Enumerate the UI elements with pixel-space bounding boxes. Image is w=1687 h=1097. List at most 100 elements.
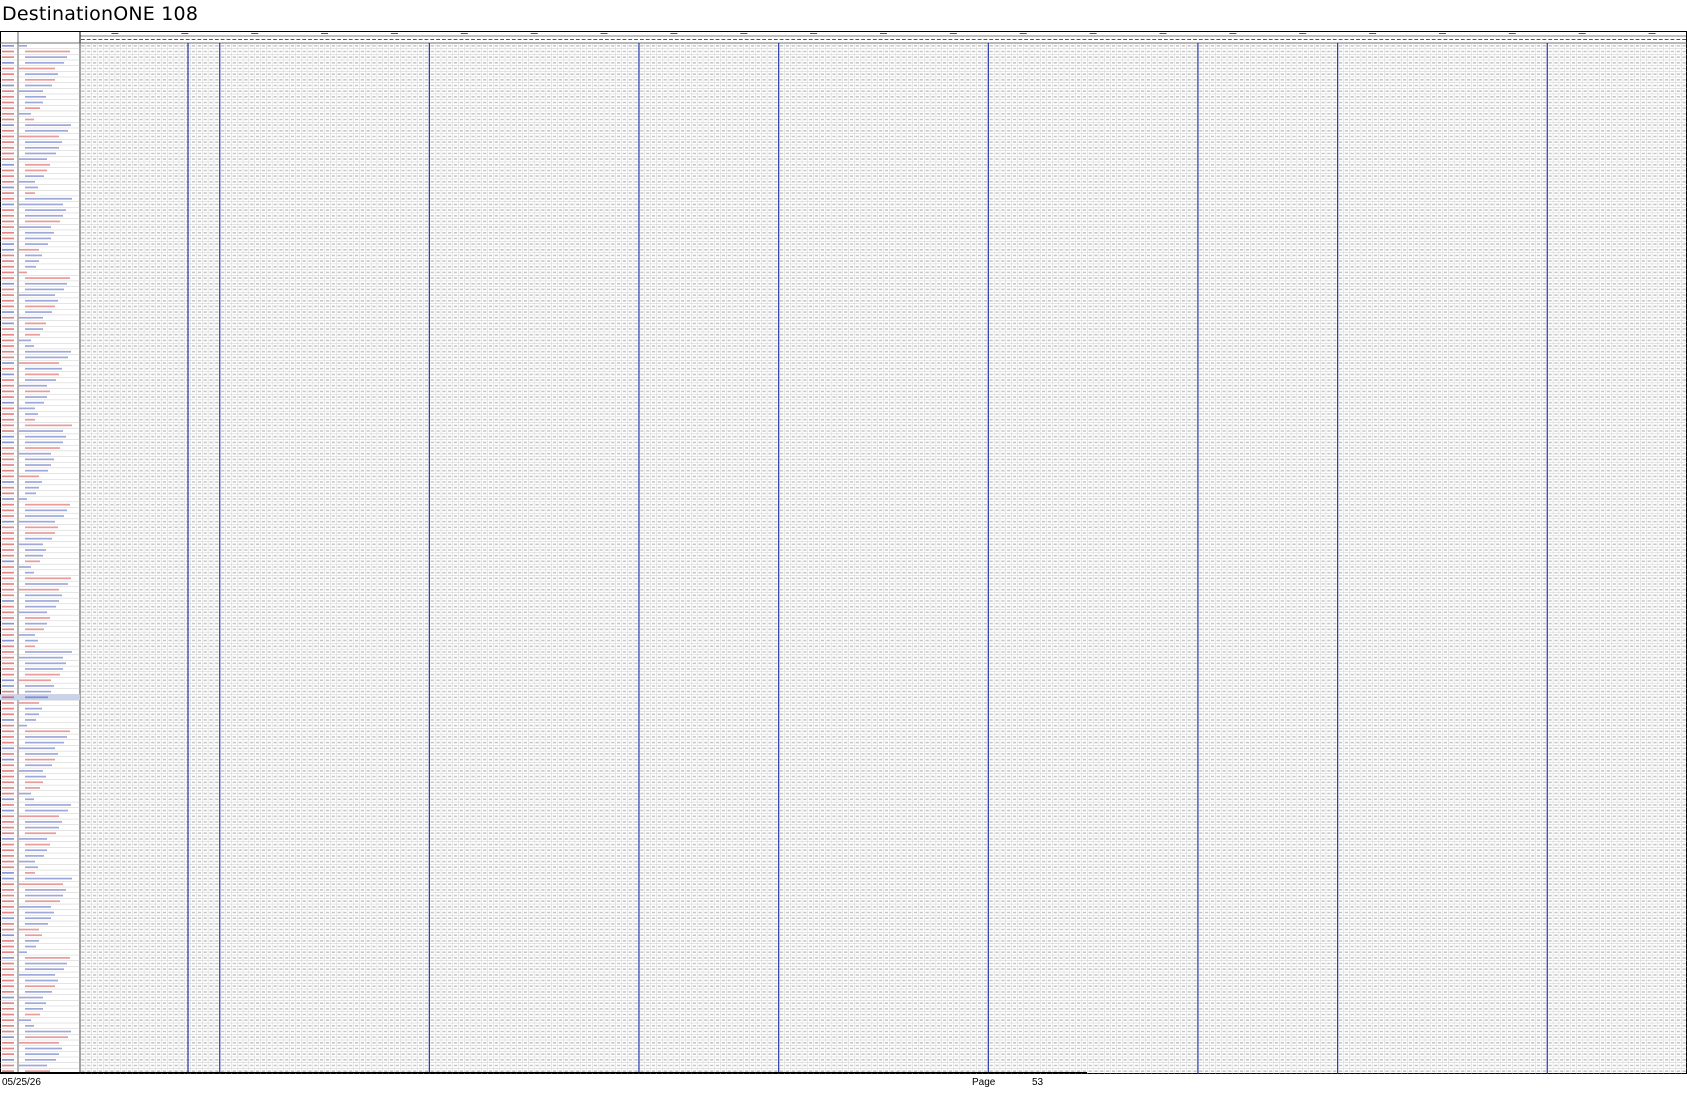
row-code-stub xyxy=(2,724,14,727)
row-name-stub xyxy=(25,730,70,733)
row-code-stub xyxy=(2,197,14,200)
row-name-stub xyxy=(19,1064,47,1067)
row-name-stub xyxy=(25,600,59,602)
row-name-stub xyxy=(25,231,54,234)
row-code-stub xyxy=(2,435,14,438)
row-code-stub xyxy=(2,872,14,874)
row-name-stub xyxy=(19,384,47,387)
row-name-stub xyxy=(25,696,48,699)
row-name-stub xyxy=(19,316,43,319)
row-name-stub xyxy=(25,605,56,608)
row-code-stub xyxy=(2,719,14,721)
row-code-stub xyxy=(2,469,14,472)
row-name-stub xyxy=(19,951,27,954)
row-name-stub xyxy=(25,345,34,347)
row-name-stub xyxy=(25,889,66,891)
row-code-stub xyxy=(2,311,14,313)
row-code-stub xyxy=(2,350,14,353)
row-name-stub xyxy=(19,1041,59,1044)
row-code-stub xyxy=(2,1058,14,1061)
row-name-stub xyxy=(25,56,67,59)
row-name-stub xyxy=(25,1024,34,1027)
row-name-stub xyxy=(25,934,42,937)
row-name-stub xyxy=(25,78,55,81)
row-code-stub xyxy=(2,815,14,818)
row-name-stub xyxy=(25,509,67,512)
row-code-stub xyxy=(2,424,14,427)
row-name-stub xyxy=(25,537,52,540)
row-code-stub xyxy=(2,192,14,194)
row-code-stub xyxy=(2,294,14,296)
row-name-stub xyxy=(25,622,47,625)
row-code-stub xyxy=(2,152,14,155)
row-name-stub xyxy=(25,560,40,563)
row-code-stub xyxy=(2,169,14,172)
row-name-stub xyxy=(19,475,39,478)
row-code-stub xyxy=(2,617,14,619)
row-name-stub xyxy=(25,707,42,710)
row-code-stub xyxy=(2,962,14,965)
row-code-stub xyxy=(2,860,14,863)
row-name-stub xyxy=(25,758,55,761)
row-code-stub xyxy=(2,1047,14,1050)
row-code-stub xyxy=(2,1019,14,1022)
row-code-stub xyxy=(2,855,14,857)
row-name-stub xyxy=(19,543,43,546)
row-name-stub xyxy=(19,747,55,750)
row-code-stub xyxy=(2,1041,14,1044)
row-name-stub xyxy=(25,945,36,948)
row-code-stub xyxy=(2,288,14,291)
row-name-stub xyxy=(25,1053,59,1056)
row-code-stub xyxy=(2,634,14,636)
row-code-stub xyxy=(2,991,14,993)
row-code-stub xyxy=(2,662,14,665)
row-name-stub xyxy=(25,350,71,353)
row-code-stub xyxy=(2,146,14,149)
row-code-stub xyxy=(2,90,14,93)
row-name-stub xyxy=(19,815,59,818)
row-code-stub xyxy=(2,866,14,869)
row-code-stub xyxy=(2,418,14,421)
row-code-stub xyxy=(2,214,14,217)
page-number: 53 xyxy=(1032,1077,1044,1088)
row-code-stub xyxy=(2,277,14,279)
row-code-stub xyxy=(2,770,14,772)
row-code-stub xyxy=(2,112,14,115)
row-code-stub xyxy=(2,220,14,223)
row-name-stub xyxy=(19,679,51,682)
row-code-stub xyxy=(2,957,14,959)
row-code-stub xyxy=(2,838,14,840)
row-code-stub xyxy=(2,464,14,466)
row-name-stub xyxy=(25,968,64,971)
row-code-stub xyxy=(2,968,14,971)
row-name-stub xyxy=(19,407,35,410)
row-name-stub xyxy=(25,322,46,325)
row-name-stub xyxy=(19,67,55,70)
row-code-stub xyxy=(2,333,14,336)
row-code-stub xyxy=(2,923,14,925)
row-name-stub xyxy=(19,883,63,886)
schedule-sheet xyxy=(0,31,1687,1074)
row-code-stub xyxy=(2,1036,14,1039)
row-name-stub xyxy=(25,639,38,642)
row-name-stub xyxy=(25,849,47,852)
row-code-stub xyxy=(2,203,14,206)
row-name-stub xyxy=(25,594,62,597)
row-name-stub xyxy=(19,1019,31,1022)
row-name-stub xyxy=(19,928,39,931)
row-code-stub xyxy=(2,775,14,778)
row-code-stub xyxy=(2,379,14,381)
row-code-stub xyxy=(2,826,14,829)
row-name-stub xyxy=(19,112,31,115)
row-code-stub xyxy=(2,328,14,330)
row-name-stub xyxy=(25,690,51,693)
row-name-stub xyxy=(19,792,31,795)
row-code-stub xyxy=(2,526,14,529)
row-name-stub xyxy=(25,781,43,784)
row-code-stub xyxy=(2,679,14,682)
row-name-stub xyxy=(25,163,50,166)
row-code-stub xyxy=(2,498,14,500)
row-code-stub xyxy=(2,254,14,257)
row-name-stub xyxy=(25,101,43,104)
row-code-stub xyxy=(2,124,14,126)
